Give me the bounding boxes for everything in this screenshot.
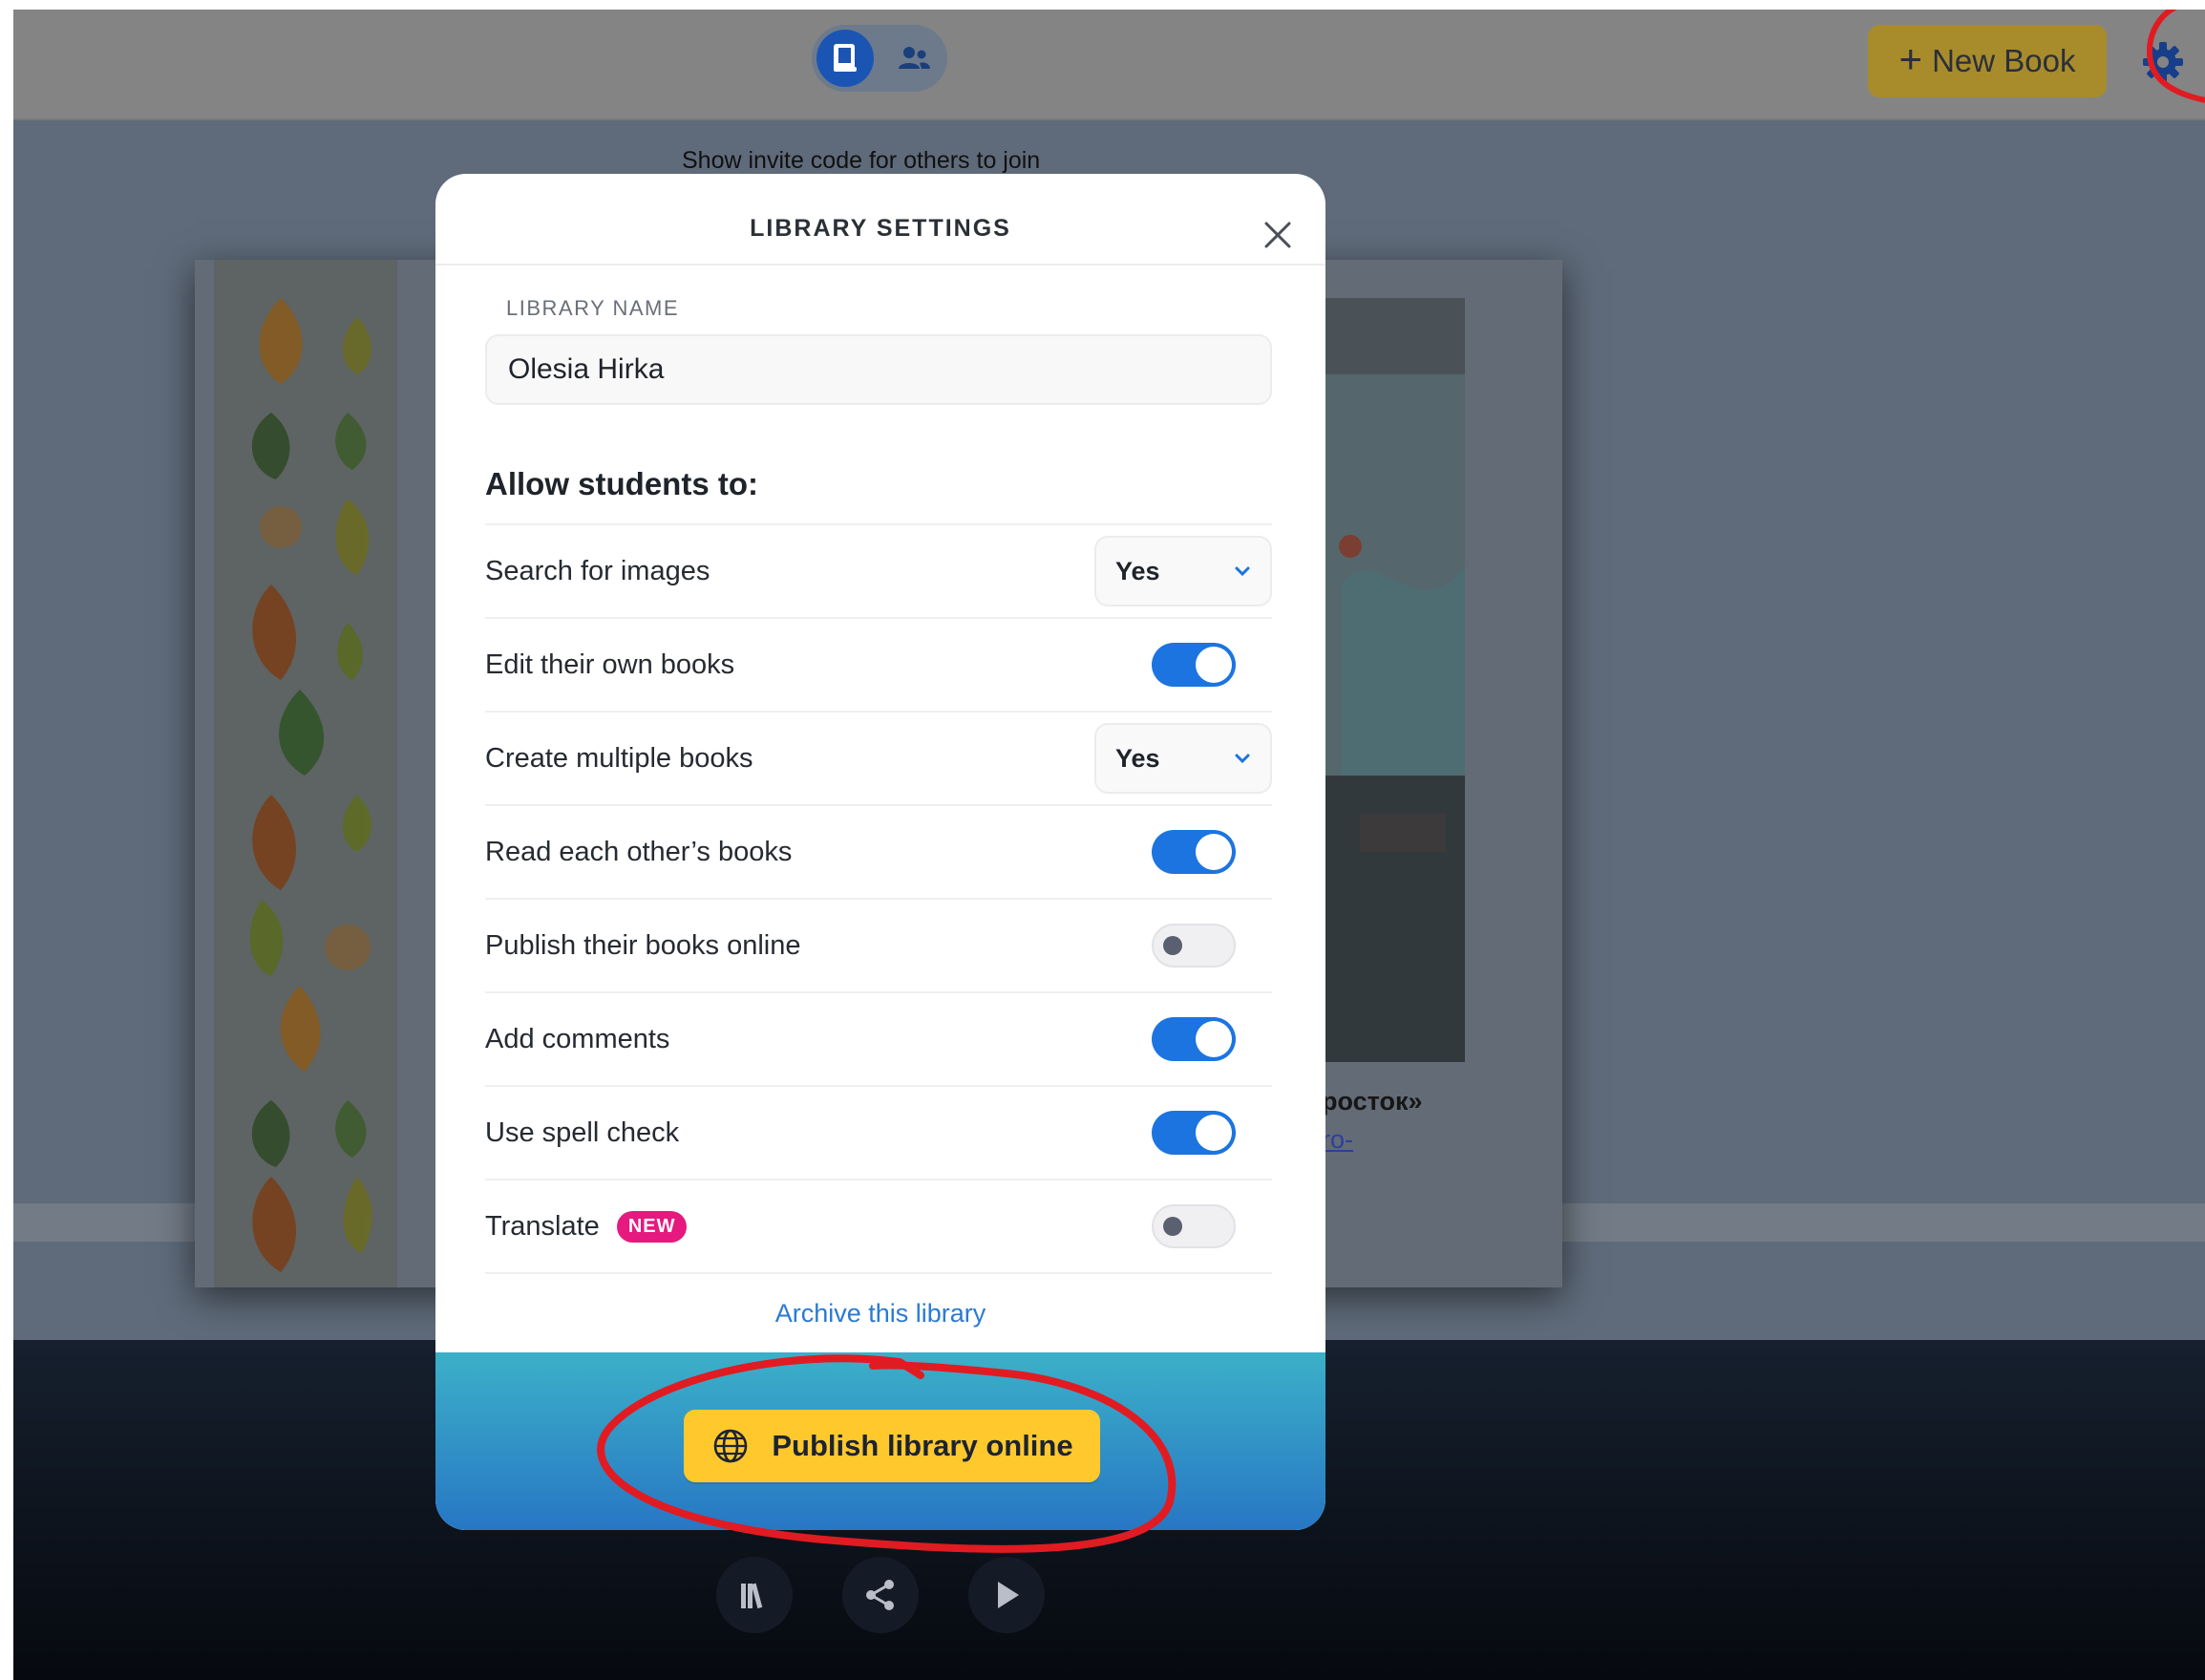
classroom-image	[1322, 298, 1465, 1062]
top-bar: + New Book	[13, 10, 2205, 120]
new-book-label: New Book	[1932, 43, 2076, 78]
share-icon	[866, 1580, 894, 1610]
share-button[interactable]	[842, 1557, 919, 1633]
bottom-toolbar	[716, 1557, 1045, 1633]
spell-check-toggle[interactable]	[1152, 1111, 1236, 1155]
allow-students-heading: Allow students to:	[485, 466, 758, 501]
setting-row-search-images: Search for images Yes	[485, 523, 1272, 617]
select-value: Yes	[1115, 556, 1160, 585]
people-icon	[899, 47, 930, 69]
publish-books-online-toggle[interactable]	[1152, 924, 1236, 968]
leaves-pattern	[249, 298, 372, 1272]
library-name-label: LIBRARY NAME	[506, 296, 680, 320]
create-multiple-books-select[interactable]: Yes	[1094, 723, 1272, 794]
search-images-select[interactable]: Yes	[1094, 536, 1272, 606]
book-link-fragment[interactable]: ro-	[1322, 1125, 1353, 1155]
play-button[interactable]	[968, 1557, 1045, 1633]
library-settings-modal: LIBRARY SETTINGS LIBRARY NAME Allow stud…	[435, 174, 1325, 1530]
book-title-fragment: росток»	[1322, 1087, 1423, 1116]
setting-label: Translate NEW	[485, 1210, 688, 1243]
chevron-down-icon	[1235, 754, 1250, 764]
publish-library-online-button[interactable]: Publish library online	[684, 1410, 1100, 1482]
setting-label: Search for images	[485, 555, 710, 586]
new-book-button[interactable]: + New Book	[1868, 25, 2107, 97]
globe-icon	[714, 1429, 748, 1463]
setting-label: Use spell check	[485, 1116, 680, 1148]
select-value: Yes	[1115, 743, 1160, 773]
gear-icon[interactable]	[2139, 38, 2187, 86]
setting-row-add-comments: Add comments	[485, 991, 1272, 1085]
publish-library-label: Publish library online	[772, 1429, 1073, 1462]
setting-label: Create multiple books	[485, 742, 753, 774]
app-screen: + New Book Show invite code for others t…	[13, 10, 2205, 1680]
library-books-icon	[741, 1583, 763, 1609]
book-icon	[834, 44, 857, 72]
leaf-illustration	[214, 260, 397, 1287]
invite-code-text[interactable]: Show invite code for others to join	[682, 147, 1040, 175]
translate-toggle[interactable]	[1152, 1204, 1236, 1248]
modal-header: LIBRARY SETTINGS	[435, 174, 1325, 266]
setting-label: Edit their own books	[485, 649, 735, 680]
read-others-books-toggle[interactable]	[1152, 830, 1236, 874]
setting-label: Add comments	[485, 1023, 670, 1054]
setting-row-publish-books-online: Publish their books online	[485, 898, 1272, 991]
list-divider	[485, 1272, 1272, 1274]
edit-own-books-toggle[interactable]	[1152, 643, 1236, 687]
setting-row-read-others-books: Read each other’s books	[485, 804, 1272, 898]
add-comments-toggle[interactable]	[1152, 1017, 1236, 1061]
archive-library-link[interactable]: Archive this library	[435, 1299, 1325, 1329]
view-mode-toggle	[812, 25, 947, 92]
setting-row-edit-own-books: Edit their own books	[485, 617, 1272, 711]
play-icon	[998, 1582, 1019, 1608]
new-badge: NEW	[616, 1210, 688, 1243]
students-view-button[interactable]	[885, 30, 943, 87]
library-name-input[interactable]	[485, 334, 1272, 405]
setting-label: Read each other’s books	[485, 836, 793, 867]
translate-label: Translate	[485, 1210, 600, 1242]
chevron-down-icon	[1235, 566, 1250, 577]
book-cover-photo	[1322, 298, 1465, 1062]
books-view-button[interactable]	[816, 30, 874, 87]
modal-title: LIBRARY SETTINGS	[750, 215, 1011, 242]
setting-row-create-multiple-books: Create multiple books Yes	[485, 711, 1272, 804]
setting-label: Publish their books online	[485, 929, 801, 961]
close-icon[interactable]	[1259, 216, 1297, 254]
plus-icon: +	[1898, 36, 1923, 81]
library-button[interactable]	[716, 1557, 793, 1633]
setting-row-translate: Translate NEW	[485, 1179, 1272, 1272]
permission-list: Search for images Yes Edit their own boo…	[485, 523, 1272, 1274]
setting-row-spell-check: Use spell check	[485, 1085, 1272, 1179]
